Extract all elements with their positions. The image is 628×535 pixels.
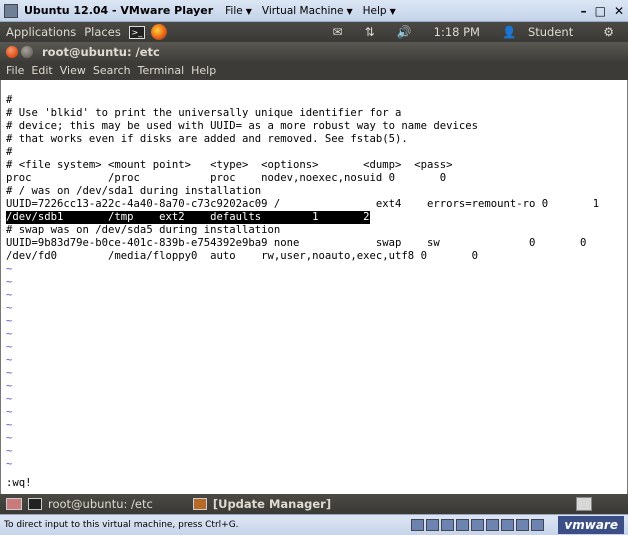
empty-line-marker: ~ xyxy=(6,328,13,340)
fstab-line-selected: /dev/sdb1 /tmp ext2 defaults 1 2 xyxy=(6,211,370,224)
applications-menu[interactable]: Applications xyxy=(6,25,76,39)
fstab-line: /dev/fd0 /media/floppy0 auto rw,user,noa… xyxy=(6,250,478,262)
menu-help[interactable]: Help xyxy=(191,64,216,77)
terminal-title-bar: root@ubuntu: /etc xyxy=(0,42,628,61)
chevron-down-icon: ▼ xyxy=(346,6,353,16)
fstab-line: # / was on /dev/sda1 during installation xyxy=(6,185,262,197)
fstab-line: UUID=7226cc13-a22c-4a40-8a70-c73c9202ac0… xyxy=(6,198,600,210)
maximize-icon[interactable]: □ xyxy=(595,4,606,18)
workspace-switcher-icon[interactable] xyxy=(576,497,592,511)
empty-line-marker: ~ xyxy=(6,341,13,353)
fstab-line: # Use 'blkid' to print the universally u… xyxy=(6,107,402,119)
ubuntu-bottom-panel: root@ubuntu: /etc [Update Manager] xyxy=(0,494,628,514)
menu-terminal[interactable]: Terminal xyxy=(138,64,185,77)
places-menu[interactable]: Places xyxy=(84,25,121,39)
empty-line-marker: ~ xyxy=(6,406,13,418)
fstab-line: # device; this may be used with UUID= as… xyxy=(6,120,478,132)
device-icon[interactable] xyxy=(426,519,440,531)
menu-search[interactable]: Search xyxy=(93,64,131,77)
fstab-line: # xyxy=(6,94,13,106)
menu-view[interactable]: View xyxy=(60,64,86,77)
taskbar-item-terminal[interactable]: root@ubuntu: /etc xyxy=(28,497,153,511)
terminal-content[interactable]: # # Use 'blkid' to print the universally… xyxy=(0,80,628,494)
fstab-line: UUID=9b83d79e-b0ce-401c-839b-e754392e9ba… xyxy=(6,237,587,249)
device-icon[interactable] xyxy=(501,519,515,531)
device-icon[interactable] xyxy=(456,519,470,531)
device-icon[interactable] xyxy=(411,519,425,531)
chevron-down-icon: ▼ xyxy=(245,6,252,16)
volume-icon[interactable]: 🔊 xyxy=(397,25,412,39)
vmware-menu-virtual-machine[interactable]: Virtual Machine ▼ xyxy=(262,5,353,17)
empty-line-marker: ~ xyxy=(6,432,13,444)
empty-line-marker: ~ xyxy=(6,419,13,431)
ubuntu-top-panel: Applications Places >_ ✉ ⇅ 🔊 1:18 PM 👤 S… xyxy=(0,22,628,42)
firefox-icon[interactable] xyxy=(150,24,167,40)
fstab-line: proc /proc proc nodev,noexec,nosuid 0 0 xyxy=(6,172,447,184)
terminal-icon xyxy=(28,498,42,510)
update-manager-icon xyxy=(192,498,207,510)
mail-icon[interactable]: ✉ xyxy=(333,25,343,39)
terminal-launcher-icon[interactable]: >_ xyxy=(128,25,145,39)
empty-line-marker: ~ xyxy=(6,289,13,301)
taskbar-item-update-manager[interactable]: [Update Manager] xyxy=(192,497,331,511)
empty-line-marker: ~ xyxy=(6,445,13,457)
vmware-status-bar: To direct input to this virtual machine,… xyxy=(0,514,628,535)
chevron-down-icon: ▼ xyxy=(389,6,396,16)
vim-command-line[interactable]: :wq! xyxy=(6,477,32,490)
empty-line-marker: ~ xyxy=(6,354,13,366)
empty-line-marker: ~ xyxy=(6,302,13,314)
empty-line-marker: ~ xyxy=(6,458,13,470)
device-icon[interactable] xyxy=(516,519,530,531)
terminal-menu-bar: File Edit View Search Terminal Help xyxy=(0,61,628,80)
status-hint: To direct input to this virtual machine,… xyxy=(4,520,239,530)
minimize-icon[interactable] xyxy=(21,45,33,58)
terminal-window-title: root@ubuntu: /etc xyxy=(42,44,160,59)
vmware-app-icon xyxy=(4,3,18,18)
empty-line-marker: ~ xyxy=(6,276,13,288)
empty-line-marker: ~ xyxy=(6,263,13,275)
empty-line-marker: ~ xyxy=(6,367,13,379)
clock[interactable]: 1:18 PM xyxy=(434,25,480,39)
show-desktop-icon[interactable] xyxy=(6,498,22,510)
vmware-logo: vmware xyxy=(558,516,624,534)
empty-line-marker: ~ xyxy=(6,393,13,405)
fstab-line: # <file system> <mount point> <type> <op… xyxy=(6,159,453,171)
minimize-icon[interactable]: – xyxy=(581,4,587,18)
empty-line-marker: ~ xyxy=(6,315,13,327)
device-icon[interactable] xyxy=(531,519,545,531)
network-icon[interactable]: ⇅ xyxy=(365,25,375,39)
close-icon[interactable] xyxy=(6,45,18,58)
empty-line-marker: ~ xyxy=(6,380,13,392)
fstab-line: # swap was on /dev/sda5 during installat… xyxy=(6,224,281,236)
vmware-window-title: Ubuntu 12.04 - VMware Player xyxy=(24,4,214,17)
vmware-menu-file[interactable]: File ▼ xyxy=(225,5,252,17)
user-menu[interactable]: 👤 Student xyxy=(502,25,581,39)
gear-icon[interactable]: ⚙ xyxy=(603,25,614,39)
device-icon[interactable] xyxy=(471,519,485,531)
vmware-menu-help[interactable]: Help ▼ xyxy=(363,5,396,17)
fstab-line: # xyxy=(6,146,13,158)
menu-edit[interactable]: Edit xyxy=(31,64,52,77)
fstab-line: # that works even if disks are added and… xyxy=(6,133,408,145)
close-icon[interactable]: ✕ xyxy=(614,4,624,18)
user-icon: 👤 xyxy=(501,25,517,39)
menu-file[interactable]: File xyxy=(6,64,24,77)
device-icon[interactable] xyxy=(441,519,455,531)
device-icon[interactable] xyxy=(486,519,500,531)
vmware-title-bar: Ubuntu 12.04 - VMware Player File ▼ Virtu… xyxy=(0,0,628,22)
